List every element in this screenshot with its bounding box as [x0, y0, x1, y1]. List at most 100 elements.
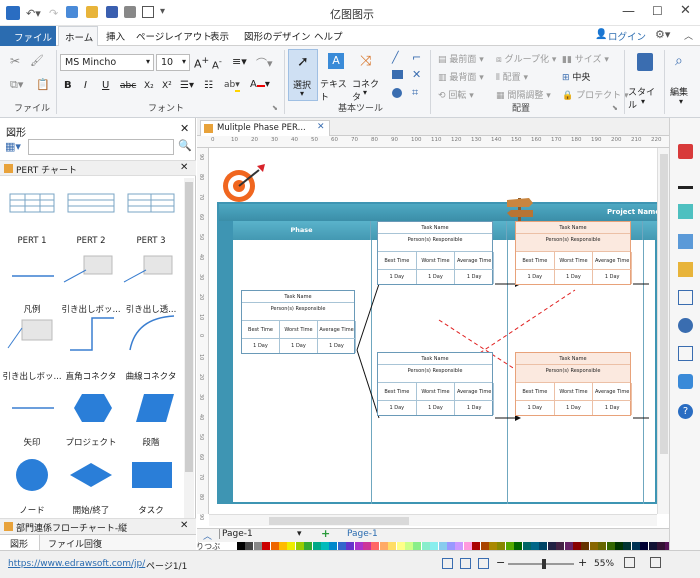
palette-swatch[interactable]: [253, 542, 262, 550]
connector-tool-button[interactable]: ⤨ コネクタ ▾: [352, 49, 382, 103]
color-palette[interactable]: [197, 542, 674, 550]
maximize-icon[interactable]: ☐: [652, 4, 663, 18]
palette-swatch[interactable]: [531, 542, 539, 550]
format-painter-icon[interactable]: 🖌: [30, 54, 44, 67]
polyline-tool-icon[interactable]: ⌐: [412, 51, 421, 64]
image-icon[interactable]: [678, 234, 693, 249]
task-node[interactable]: Task Name Person(s) Responsible Best Time W…: [377, 221, 494, 285]
shape-phase[interactable]: [136, 394, 174, 422]
palette-swatch[interactable]: [279, 542, 287, 550]
group-button[interactable]: ⧈ グループ化 ▾: [496, 52, 556, 65]
palette-swatch[interactable]: [505, 542, 514, 550]
search-icon[interactable]: 🔍: [178, 139, 192, 152]
shape-callout-transparent[interactable]: [123, 255, 173, 283]
globe-icon[interactable]: [678, 318, 693, 333]
collapse-ribbon-icon[interactable]: ︿: [684, 29, 693, 42]
presentation-icon[interactable]: [650, 557, 661, 568]
subscript-icon[interactable]: X₂: [144, 81, 154, 91]
shape-project[interactable]: [74, 394, 112, 422]
style-button[interactable]: スタイル ▾: [628, 49, 662, 111]
palette-swatch[interactable]: [312, 542, 321, 550]
page-setup-icon[interactable]: [678, 290, 693, 305]
shape-pert-1[interactable]: [9, 193, 55, 213]
active-page-tab[interactable]: Page-1: [347, 529, 378, 539]
page-selector-chevron-icon[interactable]: ▾: [297, 529, 302, 539]
palette-swatch[interactable]: [447, 542, 455, 550]
palette-swatch[interactable]: [396, 542, 405, 550]
tab-view[interactable]: 表示: [210, 29, 229, 43]
task-node[interactable]: Task Name Person(s) Responsible Best Time W…: [377, 352, 494, 416]
palette-swatch[interactable]: [421, 542, 430, 550]
fit-window-icon[interactable]: [624, 557, 635, 568]
text-tool-button[interactable]: A テキスト: [320, 49, 350, 103]
shrink-font-icon[interactable]: A-: [212, 56, 222, 71]
page-selector[interactable]: Page-1: [219, 529, 253, 539]
user-icon[interactable]: 👤: [595, 29, 607, 40]
palette-swatch[interactable]: [245, 542, 254, 550]
full-screen-icon[interactable]: [478, 558, 489, 569]
send-back-button[interactable]: ▥ 最背面 ▾: [438, 70, 484, 83]
italic-icon[interactable]: I: [84, 80, 87, 91]
shadow-icon[interactable]: [678, 204, 693, 219]
login-link[interactable]: ログイン: [608, 29, 646, 43]
edit-button[interactable]: ⌕ 編集 ▾: [668, 49, 698, 111]
tab-insert[interactable]: 挿入: [106, 29, 125, 43]
palette-swatch[interactable]: [573, 542, 581, 550]
horizontal-scrollbar[interactable]: [209, 514, 657, 526]
tab-shape-design[interactable]: 図形のデザイン: [244, 29, 311, 43]
scrollbar-thumb[interactable]: [269, 517, 409, 525]
shape-callout-box-2[interactable]: [7, 319, 53, 349]
help-icon[interactable]: ?: [678, 404, 693, 419]
shape-callout-box[interactable]: [63, 255, 113, 283]
bold-icon[interactable]: B: [64, 80, 72, 91]
zoom-out-icon[interactable]: −: [496, 556, 505, 569]
tab-file-recovery[interactable]: ファイル回復: [48, 537, 102, 550]
section-header-pert[interactable]: PERT チャート ✕: [0, 160, 196, 176]
drawing-page[interactable]: Project Name Description Phase Phase Pha…: [209, 148, 657, 514]
rotate-button[interactable]: ⟲ 回転 ▾: [438, 88, 474, 101]
zoom-slider[interactable]: [508, 559, 574, 569]
settings-icon[interactable]: ⚙▾: [655, 28, 670, 41]
qat-dropdown-icon[interactable]: ▾: [160, 6, 165, 17]
panel-scrollbar[interactable]: [184, 178, 194, 524]
export-icon[interactable]: [142, 6, 154, 18]
zoom-slider-thumb[interactable]: [542, 559, 547, 569]
palette-swatch[interactable]: [346, 542, 355, 550]
scrollbar-thumb[interactable]: [660, 154, 668, 454]
highlight-icon[interactable]: ab▾: [224, 80, 240, 92]
protect-button[interactable]: 🔒 プロテクト ▾: [562, 88, 628, 101]
palette-swatch[interactable]: [615, 542, 623, 550]
cross-tool-icon[interactable]: ✕: [412, 68, 421, 81]
palette-swatch[interactable]: [489, 542, 497, 550]
underline-icon[interactable]: U: [102, 80, 109, 91]
vertical-scrollbar[interactable]: [657, 148, 669, 514]
canvas-area[interactable]: Mulitple Phase PER... ✕ 0 10 20 30 40 50 60 70 8…: [197, 118, 669, 528]
undo-icon[interactable]: ↶▾: [26, 7, 41, 20]
text-align-icon[interactable]: ≡▾: [232, 55, 247, 68]
tab-shapes[interactable]: 図形: [0, 535, 40, 551]
fill-bucket-icon[interactable]: [678, 144, 693, 159]
close-tab-icon[interactable]: ✕: [317, 122, 325, 132]
palette-swatch[interactable]: [430, 542, 439, 550]
palette-swatch[interactable]: [354, 542, 363, 550]
bullet-list-icon[interactable]: ☰▾: [180, 80, 194, 91]
palette-swatch[interactable]: [547, 542, 556, 550]
grow-font-icon[interactable]: A+: [194, 55, 209, 71]
scrollbar-thumb[interactable]: [185, 182, 193, 472]
palette-swatch[interactable]: [455, 542, 464, 550]
palette-swatch[interactable]: [371, 542, 380, 550]
font-color-icon[interactable]: A ▾: [250, 79, 270, 90]
palette-swatch[interactable]: [497, 542, 506, 550]
print-icon[interactable]: [124, 6, 136, 18]
palette-swatch[interactable]: [463, 542, 472, 550]
align-button[interactable]: ⫴ 配置 ▾: [496, 70, 528, 83]
rectangle-tool-icon[interactable]: [392, 70, 403, 79]
close-panel-icon[interactable]: ✕: [180, 122, 189, 135]
notes-icon[interactable]: [678, 346, 693, 361]
palette-swatch[interactable]: [472, 542, 481, 550]
palette-swatch[interactable]: [262, 542, 271, 550]
task-node[interactable]: Task Name Person(s) Responsible Best Time W…: [241, 290, 356, 354]
layers-icon[interactable]: [678, 262, 693, 277]
close-section-icon[interactable]: ✕: [180, 162, 188, 173]
close-section-icon[interactable]: ✕: [180, 520, 188, 531]
